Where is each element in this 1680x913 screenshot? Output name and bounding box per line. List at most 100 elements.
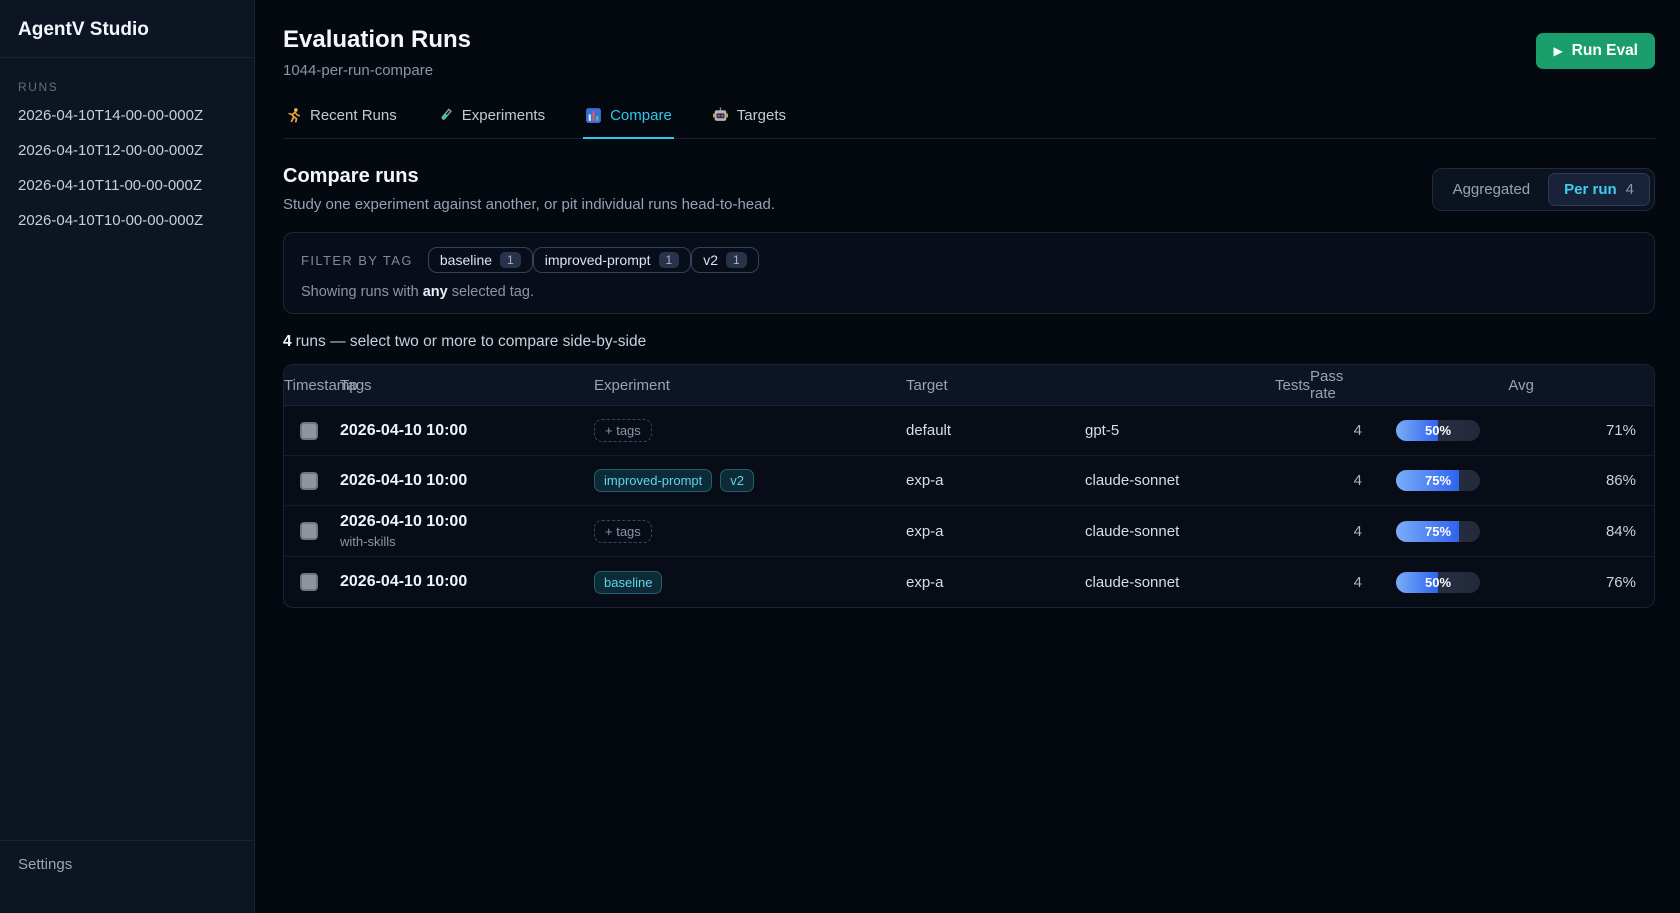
timestamp-cell: 2026-04-10 10:00 — [340, 472, 594, 490]
compare-section-header: Compare runs Study one experiment agains… — [283, 165, 1655, 213]
tab-label: Recent Runs — [310, 107, 397, 124]
tag-filter-name: v2 — [703, 252, 718, 268]
row-checkbox[interactable] — [300, 422, 318, 440]
checkbox-cell — [284, 422, 340, 440]
pass-rate-cell: 75% — [1362, 521, 1552, 542]
avg-cell: 71% — [1552, 422, 1654, 439]
section-title: Compare runs — [283, 165, 775, 188]
sidebar-run-item[interactable]: 2026-04-10T14-00-00-000Z — [0, 98, 254, 133]
avg-cell: 86% — [1552, 472, 1654, 489]
pass-rate-pill: 75% — [1396, 470, 1480, 491]
pass-rate-label: 75% — [1396, 470, 1480, 491]
runner-icon — [285, 107, 302, 124]
run-tag-improved-prompt: improved-prompt — [594, 469, 712, 492]
tags-cell: baseline — [594, 571, 906, 594]
tag-filter-count: 1 — [726, 252, 747, 268]
row-checkbox[interactable] — [300, 472, 318, 490]
play-icon: ▶ — [1553, 44, 1562, 58]
tab-compare[interactable]: Compare — [583, 101, 674, 139]
sidebar: AgentV Studio RUNS 2026-04-10T14-00-00-0… — [0, 0, 255, 913]
table-row: 2026-04-10 10:00baseline exp-aclaude-sonn… — [284, 557, 1654, 607]
pass-rate-pill: 50% — [1396, 572, 1480, 593]
target-cell: claude-sonnet — [1085, 472, 1310, 489]
filter-note: Showing runs with any selected tag. — [301, 284, 1637, 300]
timestamp-cell: 2026-04-10 10:00 — [340, 422, 594, 440]
main-content: Evaluation Runs 1044-per-run-compare ▶ R… — [255, 0, 1680, 913]
run-tag-baseline: baseline — [594, 571, 662, 594]
toggle-per-run[interactable]: Per run 4 — [1548, 173, 1650, 206]
add-tags-button[interactable]: + tags — [594, 419, 652, 442]
tags-cell: + tags — [594, 520, 906, 543]
tag-filter-name: baseline — [440, 252, 492, 268]
toggle-aggregated[interactable]: Aggregated — [1437, 173, 1547, 206]
timestamp-cell: 2026-04-10 10:00 — [340, 573, 594, 591]
experiment-cell: default — [906, 422, 1085, 439]
sidebar-item-settings[interactable]: Settings — [18, 856, 236, 873]
run-timestamp: 2026-04-10 10:00 — [340, 472, 594, 490]
column-header-tests: Tests — [1085, 377, 1310, 394]
column-header-pass-rate: Pass rate — [1310, 368, 1362, 402]
run-list: 2026-04-10T14-00-00-000Z2026-04-10T12-00… — [0, 98, 254, 238]
sidebar-footer: Settings — [0, 840, 254, 913]
pass-rate-cell: 75% — [1362, 470, 1552, 491]
row-checkbox[interactable] — [300, 522, 318, 540]
row-checkbox[interactable] — [300, 573, 318, 591]
sidebar-run-item[interactable]: 2026-04-10T11-00-00-000Z — [0, 168, 254, 203]
test-tube-icon — [437, 107, 454, 124]
tab-targets[interactable]: Targets — [710, 101, 788, 139]
filter-card: FILTER BY TAG baseline1improved-prompt1v… — [283, 232, 1655, 314]
checkbox-cell — [284, 522, 340, 540]
experiment-cell: exp-a — [906, 574, 1085, 591]
add-tags-button[interactable]: + tags — [594, 520, 652, 543]
tag-filter-count: 1 — [500, 252, 521, 268]
page-header: Evaluation Runs 1044-per-run-compare ▶ R… — [283, 26, 1655, 79]
page-title: Evaluation Runs — [283, 26, 471, 54]
experiment-cell: exp-a — [906, 472, 1085, 489]
pass-rate-cell: 50% — [1362, 420, 1552, 441]
toggle-per-run-label: Per run — [1564, 181, 1617, 198]
column-header-timestamp: Timestamp — [284, 377, 340, 394]
tab-label: Targets — [737, 107, 786, 124]
toggle-per-run-count: 4 — [1626, 181, 1634, 198]
tests-cell: 4 — [1310, 422, 1362, 439]
tag-filter-chip-improved-prompt[interactable]: improved-prompt1 — [533, 247, 692, 273]
avg-cell: 84% — [1552, 523, 1654, 540]
tab-experiments[interactable]: Experiments — [435, 101, 547, 139]
tests-cell: 4 — [1310, 472, 1362, 489]
runs-count: 4 — [283, 333, 292, 350]
table-row: 2026-04-10 10:00with-skills+ tagsexp-acl… — [284, 506, 1654, 557]
runs-table: TimestampTagsExperimentTargetTestsPass r… — [283, 364, 1655, 608]
column-header-experiment: Experiment — [594, 377, 906, 394]
column-header-avg: Avg — [1362, 377, 1552, 394]
pass-rate-pill: 50% — [1396, 420, 1480, 441]
checkbox-cell — [284, 573, 340, 591]
tab-label: Compare — [610, 107, 672, 124]
table-row: 2026-04-10 10:00improved-promptv2exp-acl… — [284, 456, 1654, 506]
view-toggle: Aggregated Per run 4 — [1432, 168, 1655, 211]
app-title: AgentV Studio — [0, 0, 254, 58]
sidebar-run-item[interactable]: 2026-04-10T10-00-00-000Z — [0, 203, 254, 238]
runs-section-label: RUNS — [18, 80, 236, 94]
filter-by-tag-label: FILTER BY TAG — [301, 253, 413, 268]
page-subtitle: 1044-per-run-compare — [283, 62, 471, 79]
target-cell: claude-sonnet — [1085, 574, 1310, 591]
avg-cell: 76% — [1552, 574, 1654, 591]
tests-cell: 4 — [1310, 523, 1362, 540]
run-timestamp: 2026-04-10 10:00 — [340, 422, 594, 440]
tags-cell: improved-promptv2 — [594, 469, 906, 492]
table-row: 2026-04-10 10:00+ tagsdefaultgpt-5450%71… — [284, 406, 1654, 456]
pass-rate-pill: 75% — [1396, 521, 1480, 542]
run-eval-label: Run Eval — [1572, 42, 1638, 60]
table-body: 2026-04-10 10:00+ tagsdefaultgpt-5450%71… — [284, 406, 1654, 607]
run-timestamp: 2026-04-10 10:00 — [340, 573, 594, 591]
target-cell: claude-sonnet — [1085, 523, 1310, 540]
filter-note-any: any — [423, 284, 448, 300]
tab-recent-runs[interactable]: Recent Runs — [283, 101, 399, 139]
bar-chart-icon — [585, 107, 602, 124]
tag-filter-chip-baseline[interactable]: baseline 1 — [428, 247, 533, 273]
tag-filter-chip-v2[interactable]: v2 1 — [691, 247, 758, 273]
timestamp-cell: 2026-04-10 10:00with-skills — [340, 513, 594, 549]
tab-label: Experiments — [462, 107, 545, 124]
sidebar-run-item[interactable]: 2026-04-10T12-00-00-000Z — [0, 133, 254, 168]
run-eval-button[interactable]: ▶ Run Eval — [1536, 33, 1655, 69]
